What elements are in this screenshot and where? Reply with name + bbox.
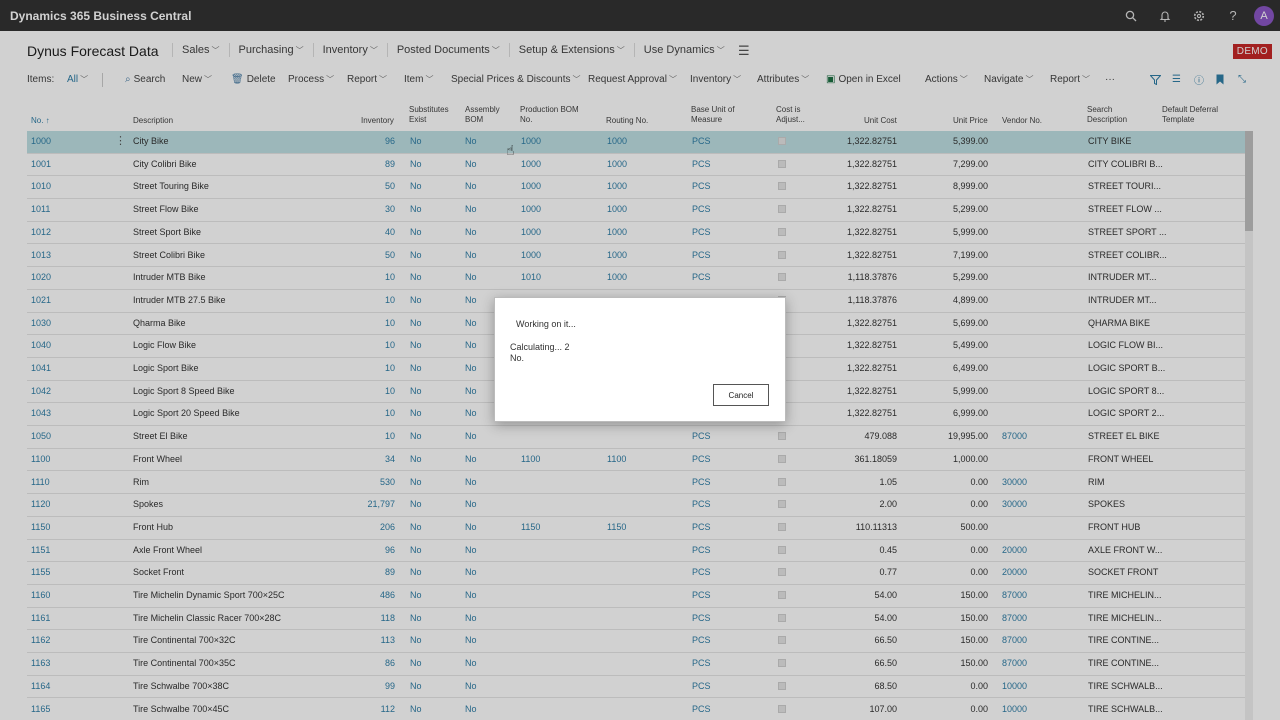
dialog-title: Working on it... xyxy=(516,319,576,329)
dialog-status: Calculating... 2 xyxy=(510,342,570,352)
progress-dialog: Working on it... Calculating... 2 No. Ca… xyxy=(494,297,786,422)
hand-cursor-icon: ☝ xyxy=(506,142,515,158)
dialog-field: No. xyxy=(510,353,525,363)
cancel-button[interactable]: Cancel xyxy=(713,384,769,406)
